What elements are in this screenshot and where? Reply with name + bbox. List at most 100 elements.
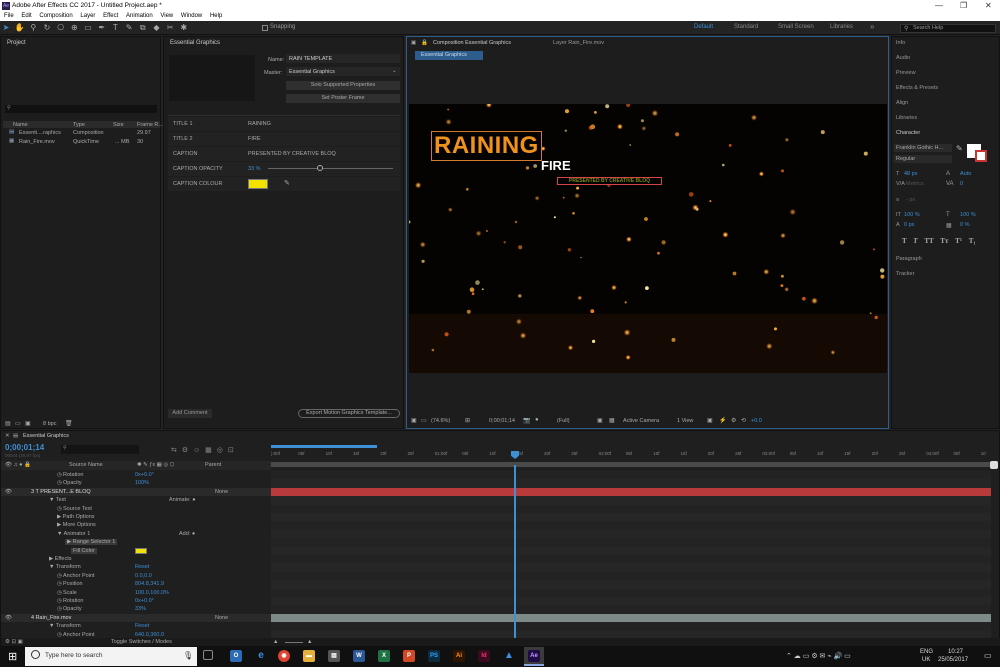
viewer-timecode[interactable]: 0;00;01;14 — [489, 418, 515, 424]
colour-swatch[interactable] — [248, 179, 268, 189]
type-tool-icon[interactable]: T — [110, 23, 120, 33]
zoom-tool-icon[interactable]: ⚲ — [28, 23, 38, 33]
rectangle-tool-icon[interactable]: ▭ — [83, 23, 93, 33]
toggle-switches-modes[interactable]: Toggle Switches / Modes — [111, 639, 172, 645]
workspace-standard[interactable]: Standard — [734, 24, 758, 30]
menu-layer[interactable]: Layer — [80, 13, 95, 19]
property-row[interactable]: ▼ Animator 1 Add: ● — [1, 530, 271, 539]
property-row[interactable]: Rotation 0x+0.0° ◷ — [1, 471, 271, 480]
project-search-input[interactable]: ⚲ — [5, 105, 157, 113]
timeline-timecode[interactable]: 0;00;01;14 — [5, 443, 44, 452]
zoom-select[interactable]: (74.6%) — [431, 418, 450, 424]
motion-blur-icon[interactable]: ◎ — [217, 447, 223, 454]
title1-text-layer[interactable]: RAINING — [431, 131, 542, 161]
tsume-field[interactable]: 0 % — [960, 222, 969, 228]
row-value[interactable]: 100.0,100.0% — [135, 590, 169, 596]
excel-icon[interactable]: X — [378, 650, 390, 662]
master-select[interactable]: Essential Graphics ⌄ — [286, 67, 400, 76]
property-row[interactable]: ▶ Effects — [1, 555, 271, 564]
property-row[interactable]: Opacity 33% ◷ — [1, 605, 271, 614]
row-value[interactable]: 0.0,0.0 — [135, 573, 152, 579]
word-icon[interactable]: W — [353, 650, 365, 662]
menu-help[interactable]: Help — [210, 13, 222, 19]
row-value[interactable]: 804.8,341.9 — [135, 581, 164, 587]
property-row[interactable]: Position 804.8,341.9 ◷ — [1, 580, 271, 589]
property-caption-opacity[interactable]: CAPTION OPACITY 33 % — [168, 162, 400, 176]
row-value[interactable]: Add: ● — [179, 531, 195, 537]
notifications-icon[interactable]: ▭ — [984, 651, 992, 660]
timeline-tab[interactable]: Essential Graphics — [23, 433, 69, 439]
time-ruler[interactable]: ):00f 05f 10f 15f 20f 25f 01:00f 05f 10f 15f 20f 25… — [271, 445, 991, 467]
pan-behind-tool-icon[interactable]: ⊕ — [69, 23, 79, 33]
views-select[interactable]: 1 View — [677, 418, 693, 424]
subscript-button[interactable]: T₁ — [969, 237, 976, 245]
bpc-label[interactable]: 8 bpc — [43, 421, 56, 427]
playhead[interactable] — [514, 465, 516, 641]
resolution-select[interactable]: (Full) — [557, 418, 570, 424]
layer-duration-bar[interactable] — [271, 487, 991, 497]
reset-exposure-icon[interactable]: ⟲ — [741, 417, 746, 424]
windows-start-icon[interactable]: ⊞ — [8, 650, 17, 663]
work-area-bar[interactable] — [271, 445, 377, 448]
project-item[interactable]: ▦ Rain_Fire.mov QuickTime ... MB 30 — [3, 138, 160, 146]
row-value[interactable]: None — [215, 615, 228, 621]
horizontal-scale-field[interactable]: 100 % — [960, 212, 976, 218]
chrome-icon[interactable]: ◉ — [278, 650, 290, 662]
maximize-icon[interactable]: ❐ — [960, 0, 967, 12]
tray-icons[interactable]: ⌃ ☁ ▭ ⚙ ✉ ⌁ 🔊 ▭ — [786, 652, 851, 660]
font-family-select[interactable]: Franklin Gothic H... — [894, 144, 952, 152]
trash-icon[interactable]: 🗑 — [65, 420, 73, 427]
app-icon[interactable]: ▲ — [503, 650, 515, 662]
outlook-icon[interactable]: O — [230, 650, 242, 662]
task-view-icon[interactable] — [203, 650, 213, 660]
set-poster-frame-button[interactable]: Set Poster Frame — [286, 94, 400, 103]
stopwatch-icon[interactable]: ◷ — [57, 598, 62, 604]
essential-graphics-tab[interactable]: Essential Graphics — [170, 40, 220, 46]
flowchart-icon[interactable]: ⚙ — [731, 417, 736, 424]
search-help-input[interactable]: ⚲ Search Help — [900, 24, 996, 33]
menu-animation[interactable]: Animation — [126, 13, 153, 19]
visibility-eye-icon[interactable]: 👁 — [5, 615, 12, 621]
row-value[interactable]: None — [215, 489, 228, 495]
eyedropper-icon[interactable]: ✎ — [284, 179, 290, 187]
project-tab[interactable]: Project — [7, 40, 26, 46]
draft-3d-icon[interactable]: ⚙ — [182, 447, 188, 454]
store-icon[interactable]: ▤ — [328, 650, 340, 662]
property-row[interactable]: Anchor Point 0.0,0.0 ◷ — [1, 572, 271, 581]
zoom-out-icon[interactable]: ▲ — [273, 639, 278, 645]
layer-search-input[interactable]: ⚲ — [61, 445, 139, 454]
col-parent[interactable]: Parent — [205, 462, 221, 468]
menu-composition[interactable]: Composition — [39, 13, 72, 19]
property-row[interactable]: ▶ More Options — [1, 521, 271, 530]
anchor-point-icon[interactable]: ⌖ — [607, 183, 611, 191]
property-row[interactable]: ▼ Transform Reset — [1, 563, 271, 572]
clone-tool-icon[interactable]: ⧉ — [138, 23, 148, 33]
roto-tool-icon[interactable]: ✂ — [165, 23, 175, 33]
composition-canvas[interactable]: RAINING FIRE PRESENTED BY CREATIVE BLOQ … — [409, 104, 887, 373]
layer-row[interactable]: 3 T PRESENT...E BLOQ None 👁 — [1, 487, 271, 497]
frame-blending-icon[interactable]: ▦ — [205, 447, 212, 454]
property-caption-colour[interactable]: CAPTION COLOUR ✎ — [168, 177, 400, 191]
tab-layer[interactable]: Layer Rain_Fire.mov — [553, 40, 604, 46]
opacity-slider-track[interactable] — [268, 168, 393, 169]
zoom-in-icon[interactable]: ▲ — [307, 639, 312, 645]
stopwatch-icon[interactable]: ◷ — [57, 506, 62, 512]
comp-mini-flowchart-icon[interactable]: ⇆ — [171, 447, 177, 454]
camera-select[interactable]: Active Camera — [623, 418, 659, 424]
stopwatch-icon[interactable]: ◷ — [57, 573, 62, 579]
expand-layer-switches-icon[interactable]: ⚙ ⊡ ▣ — [5, 639, 23, 645]
comp-button[interactable] — [990, 461, 998, 469]
stopwatch-icon[interactable]: ◷ — [57, 480, 62, 486]
col-source-name[interactable]: Source Name — [69, 462, 103, 468]
leading-field[interactable]: Auto — [960, 171, 971, 177]
interpret-footage-icon[interactable]: ▤ — [5, 420, 11, 427]
layer-row[interactable]: 4 Rain_Fire.mov None 👁 — [1, 613, 271, 623]
fill-color-swatch[interactable] — [135, 547, 147, 554]
tab-composition[interactable]: Composition Essential Graphics — [433, 40, 511, 46]
project-item[interactable]: ▤ Essenti....raphics Composition 29.97 — [3, 129, 160, 137]
opacity-slider-handle[interactable] — [317, 165, 323, 171]
menu-window[interactable]: Window — [181, 13, 202, 19]
property-title2[interactable]: TITLE 2 FIRE — [168, 132, 400, 146]
col-frame-rate[interactable]: Frame R... — [137, 122, 163, 128]
close-icon[interactable]: ✕ — [985, 0, 992, 12]
